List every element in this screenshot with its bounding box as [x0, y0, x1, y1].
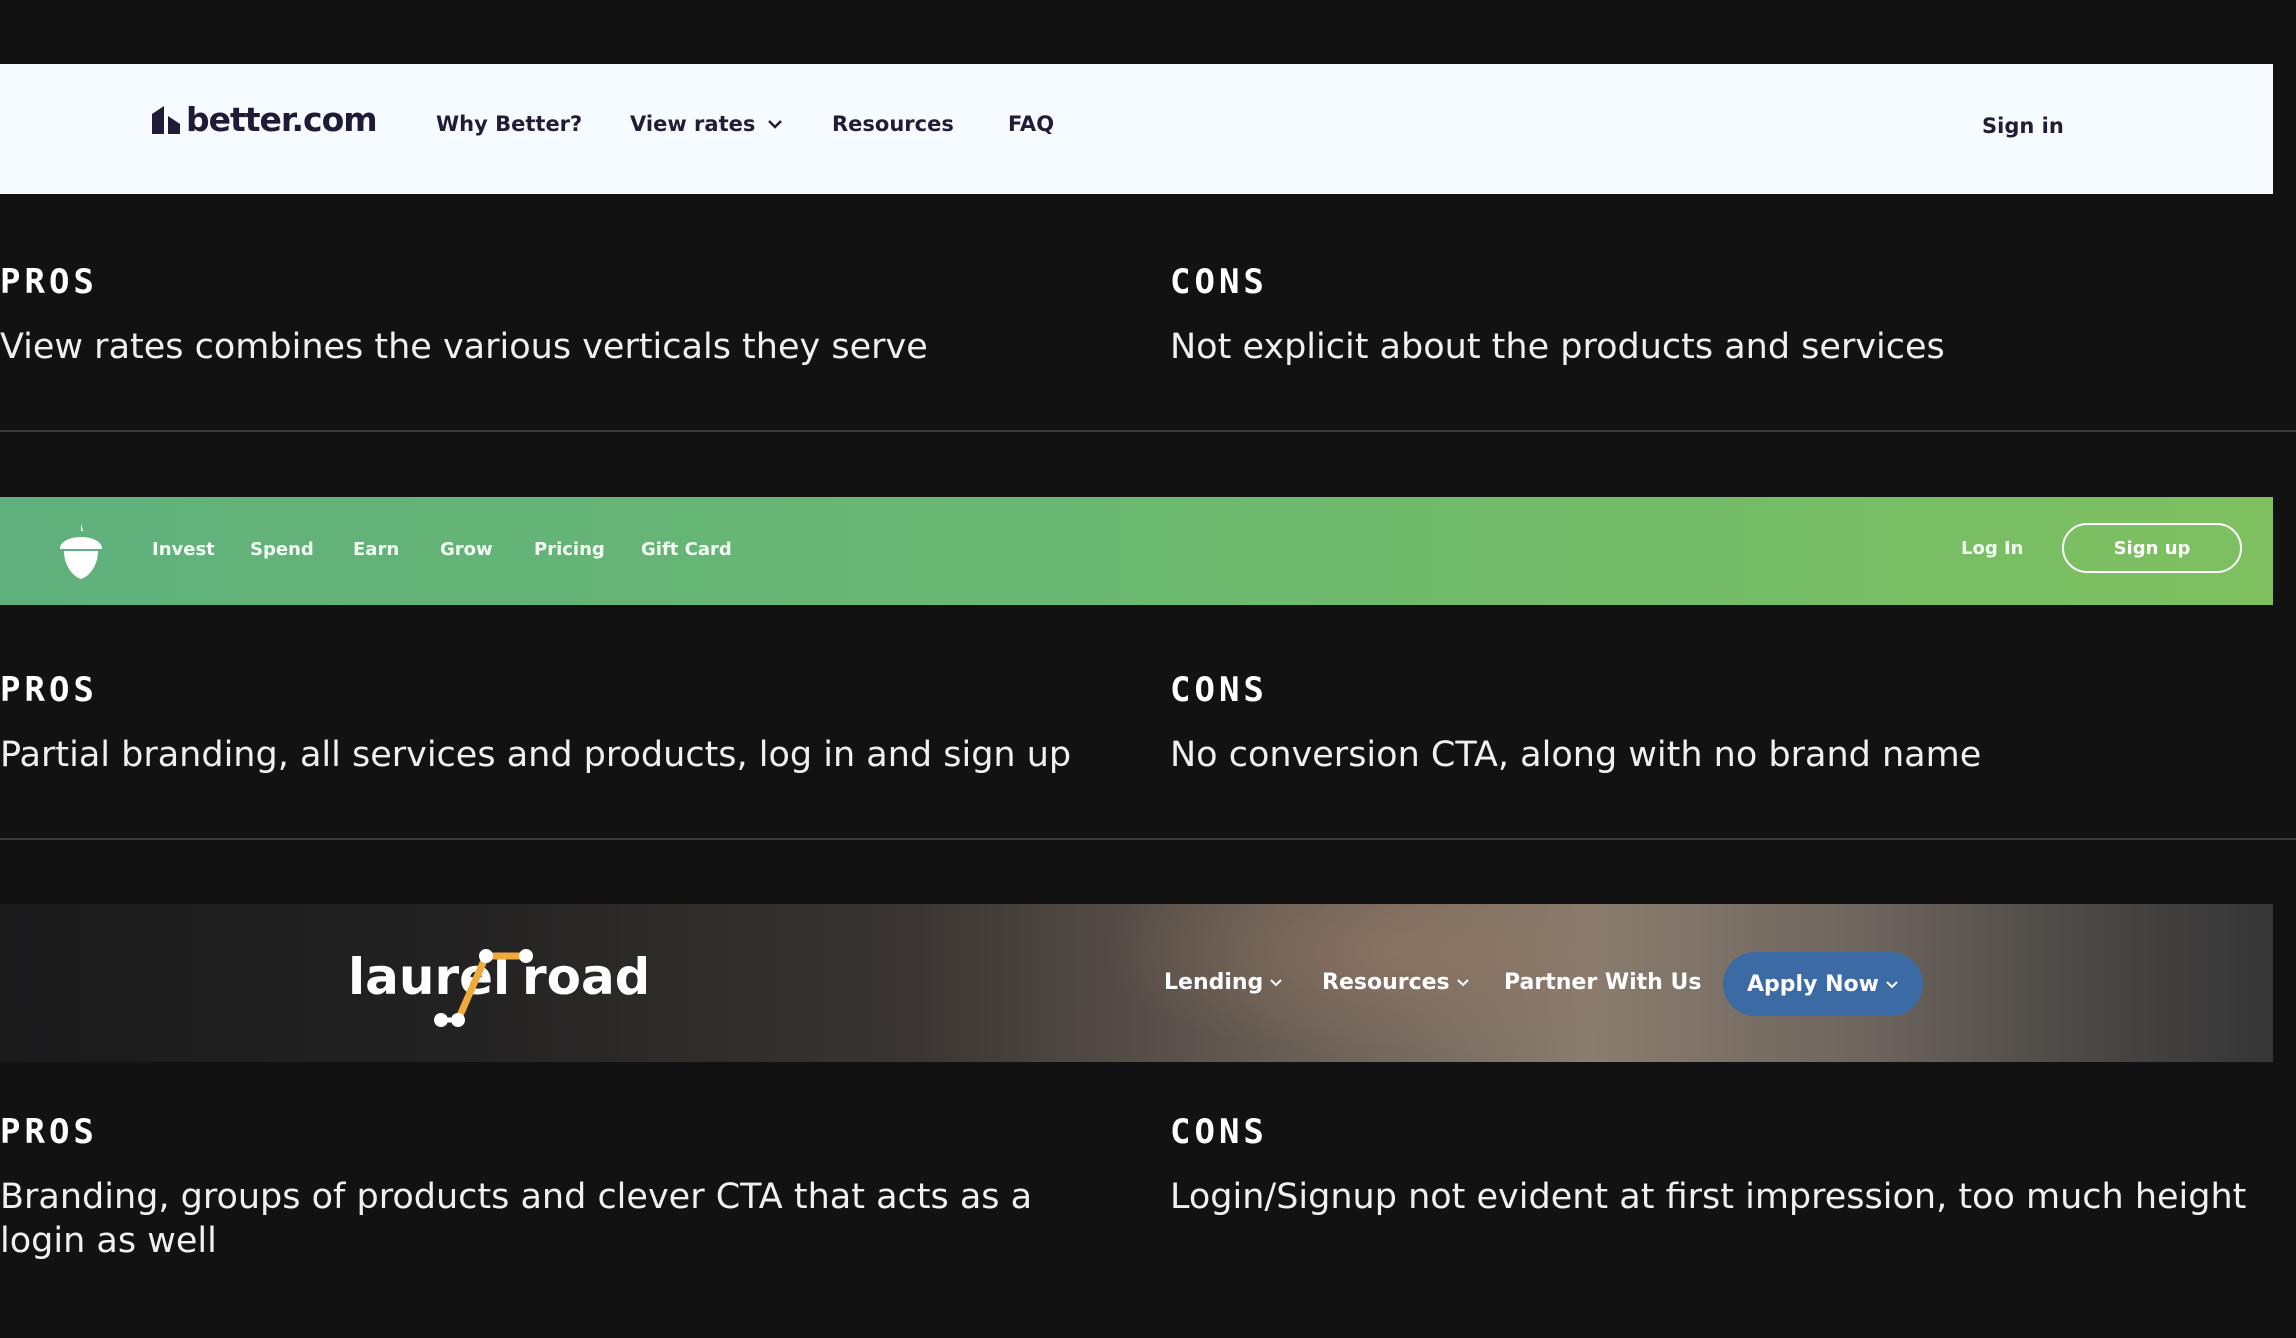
nav-partner-with-us[interactable]: Partner With Us	[1504, 970, 1701, 995]
nav-resources-label: Resources	[1322, 970, 1450, 995]
laurel-logo-word2: road	[522, 948, 646, 1006]
nav-gift-card[interactable]: Gift Card	[641, 539, 732, 560]
cons-label: CONS	[1170, 670, 1268, 710]
nav-invest[interactable]: Invest	[152, 539, 215, 560]
pros-text: Branding, groups of products and clever …	[0, 1177, 1033, 1261]
sign-up-button[interactable]: Sign up	[2062, 523, 2242, 573]
chevron-down-icon	[1270, 979, 1283, 987]
house-logo-icon	[152, 106, 180, 134]
pros-label: PROS	[0, 670, 98, 710]
laurel-road-logo[interactable]: laurel road	[346, 930, 646, 1030]
nav-view-rates-label: View rates	[630, 112, 756, 136]
nav-lending[interactable]: Lending	[1164, 970, 1283, 995]
cons-text: Login/Signup not evident at first impres…	[1170, 1177, 2247, 1217]
acorns-navbar	[0, 497, 2273, 605]
acorn-logo-icon[interactable]	[58, 523, 104, 579]
better-logo-text: better.com	[186, 100, 378, 139]
nav-why-better[interactable]: Why Better?	[436, 112, 582, 136]
cons-text: No conversion CTA, along with no brand n…	[1170, 735, 1982, 775]
nav-pricing[interactable]: Pricing	[534, 539, 605, 560]
apply-now-label: Apply Now	[1747, 971, 1879, 997]
nav-partner-label: Partner With Us	[1504, 970, 1702, 995]
pros-label: PROS	[0, 1112, 98, 1152]
chevron-down-icon	[1456, 979, 1469, 987]
cons-label: CONS	[1170, 262, 1268, 302]
better-logo[interactable]: better.com	[150, 98, 378, 142]
nav-earn[interactable]: Earn	[353, 539, 399, 560]
nav-resources[interactable]: Resources	[832, 112, 954, 136]
nav-grow[interactable]: Grow	[440, 539, 493, 560]
chevron-down-icon	[768, 120, 783, 129]
pros-text: View rates combines the various vertical…	[0, 327, 928, 367]
nav-faq[interactable]: FAQ	[1008, 112, 1054, 136]
nav-spend[interactable]: Spend	[250, 539, 314, 560]
nav-lending-label: Lending	[1164, 970, 1264, 995]
apply-now-button[interactable]: Apply Now	[1723, 952, 1923, 1016]
pros-text: Partial branding, all services and produ…	[0, 735, 1072, 775]
section-divider	[0, 838, 2296, 840]
log-in-link[interactable]: Log In	[1961, 538, 2024, 559]
cons-label: CONS	[1170, 1112, 1268, 1152]
chevron-down-icon	[1886, 980, 1898, 988]
section-divider	[0, 430, 2296, 432]
pros-label: PROS	[0, 262, 98, 302]
nav-view-rates[interactable]: View rates	[630, 112, 783, 136]
cons-text: Not explicit about the products and serv…	[1170, 327, 1945, 367]
sign-in-link[interactable]: Sign in	[1982, 114, 2064, 138]
nav-resources[interactable]: Resources	[1322, 970, 1470, 995]
